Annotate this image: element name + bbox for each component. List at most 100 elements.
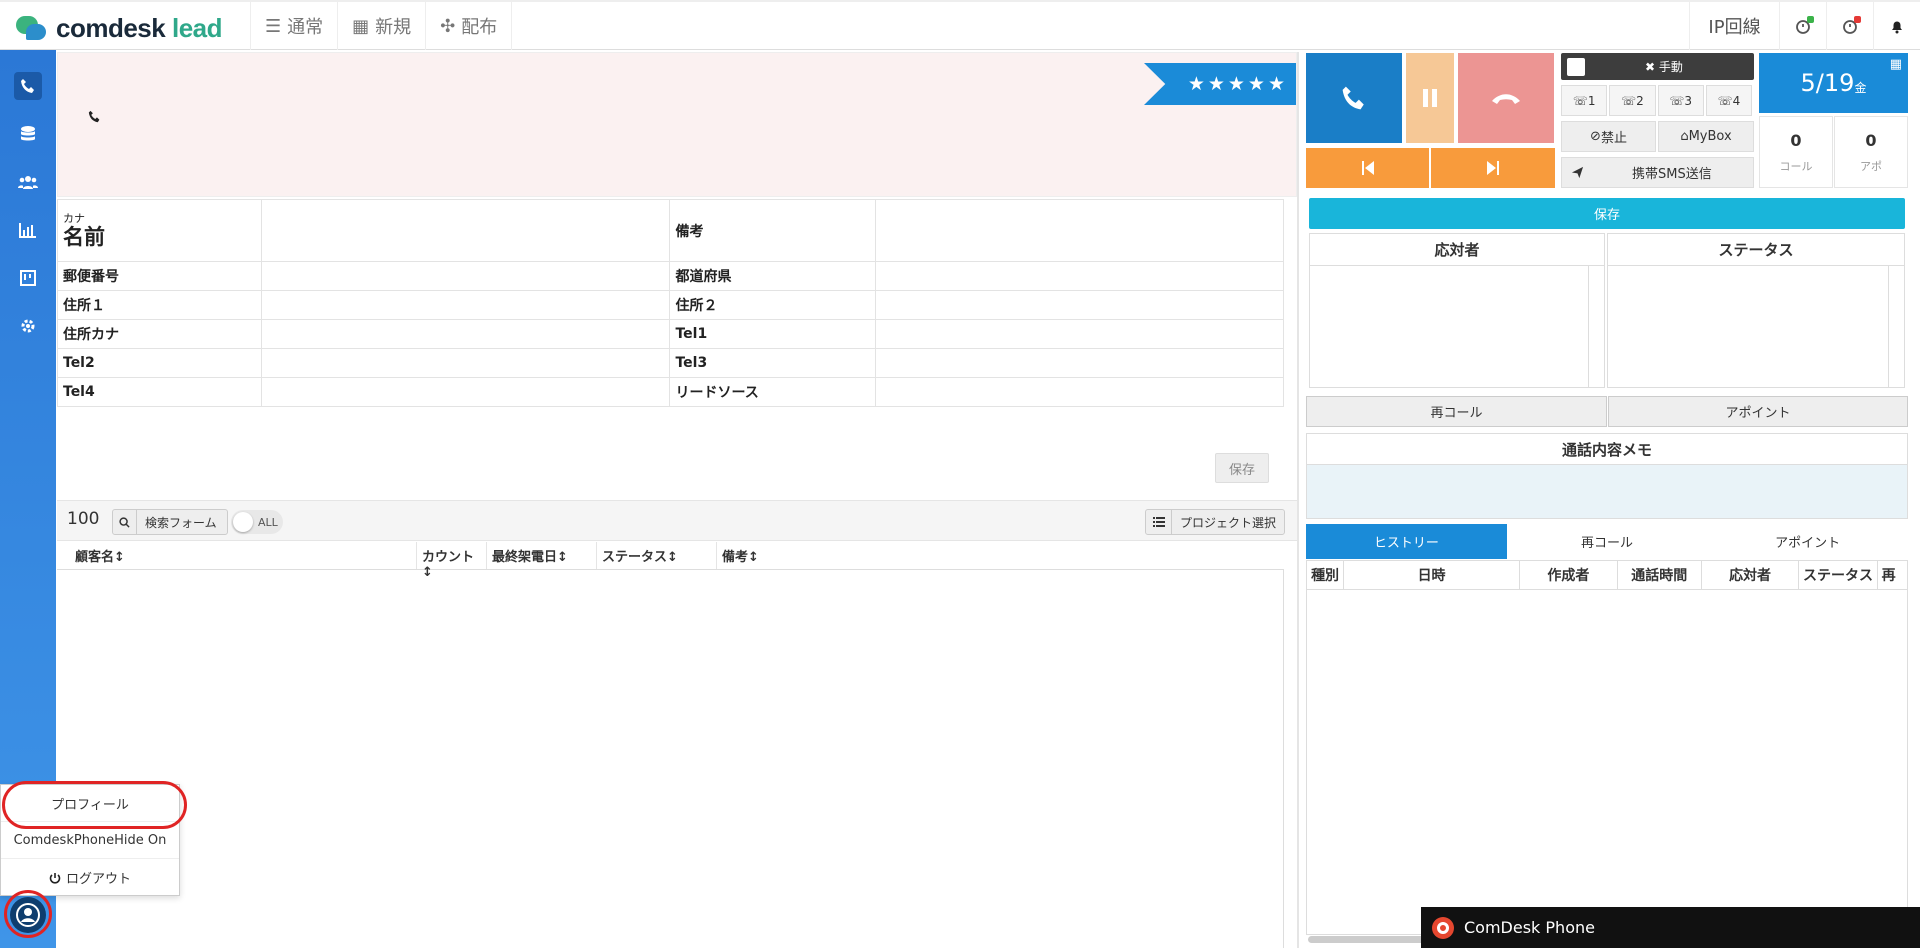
appo-count-value: 0 xyxy=(1865,130,1877,150)
database-icon[interactable] xyxy=(14,120,42,148)
call-memo-textarea[interactable] xyxy=(1306,464,1908,519)
line-3-label: 3 xyxy=(1684,93,1692,108)
address-kana-value[interactable] xyxy=(260,319,671,349)
manual-checkbox[interactable] xyxy=(1567,57,1585,76)
line-2-button[interactable]: ☏ 2 xyxy=(1609,85,1656,116)
status-select[interactable]: ステータス xyxy=(1607,233,1905,388)
customer-save-button[interactable]: 保存 xyxy=(1215,453,1269,483)
timer-button-2[interactable] xyxy=(1826,2,1873,50)
result-save-button[interactable]: 保存 xyxy=(1309,198,1905,229)
rating-stars[interactable]: ★★★★★ xyxy=(1144,63,1296,105)
history-column-type[interactable]: 種別 xyxy=(1307,561,1345,589)
hangup-button[interactable] xyxy=(1458,53,1554,143)
tel2-value[interactable] xyxy=(260,348,671,378)
app-root: comdesk lead ☰ 通常 ▦ 新規 ✣ 配布 IP回線 プロフィール … xyxy=(0,0,1920,948)
kana-label: カナ xyxy=(63,212,85,225)
status-scrollbar[interactable] xyxy=(1888,266,1889,387)
call-count-value: 0 xyxy=(1790,130,1802,150)
next-button[interactable] xyxy=(1431,148,1555,188)
timer-button-1[interactable] xyxy=(1779,2,1826,50)
line-3-button[interactable]: ☏ 3 xyxy=(1657,85,1704,116)
phone-icon: ☏ xyxy=(1572,93,1588,108)
ip-line-button[interactable]: IP回線 xyxy=(1689,2,1779,50)
notes-label: 備考 xyxy=(669,199,877,262)
name-value[interactable] xyxy=(260,199,671,262)
page-size[interactable]: 100 xyxy=(67,509,99,529)
responder-scrollbar[interactable] xyxy=(1588,266,1589,387)
nav-new[interactable]: ▦ 新規 xyxy=(337,2,425,50)
column-status[interactable]: ステータス↕ xyxy=(597,542,717,569)
all-toggle[interactable]: ALL xyxy=(231,510,283,534)
power-icon xyxy=(49,872,61,884)
history-column-responder[interactable]: 応対者 xyxy=(1702,561,1800,589)
notes-textarea[interactable] xyxy=(875,199,1284,262)
tel2-label: Tel2 xyxy=(57,348,262,378)
history-column-duration[interactable]: 通話時間 xyxy=(1618,561,1702,589)
block-button[interactable]: ⊘ 禁止 xyxy=(1561,121,1656,152)
board-icon[interactable] xyxy=(14,264,42,292)
column-count[interactable]: カウント↕ xyxy=(417,542,487,580)
panel-divider xyxy=(1297,52,1299,948)
manual-mode-toggle[interactable]: ✖ 手動 xyxy=(1561,53,1754,80)
responder-select[interactable]: 応対者 xyxy=(1309,233,1605,388)
call-button[interactable] xyxy=(1306,53,1402,143)
tel1-value[interactable] xyxy=(875,319,1284,349)
address1-value[interactable] xyxy=(260,290,671,320)
nav-distribute[interactable]: ✣ 配布 xyxy=(425,2,513,50)
timer-badge-green xyxy=(1807,16,1814,23)
mybox-button[interactable]: ⌂ MyBox xyxy=(1658,121,1754,152)
history-horizontal-scrollbar[interactable] xyxy=(1308,936,1428,943)
notification-button[interactable] xyxy=(1873,2,1920,50)
customer-banner: ★★★★★ xyxy=(57,52,1297,197)
column-notes[interactable]: 備考↕ xyxy=(717,542,837,569)
postal-code-value[interactable] xyxy=(260,261,671,291)
column-customer-name[interactable]: 顧客名↕ xyxy=(57,542,417,569)
all-toggle-label: ALL xyxy=(258,515,278,529)
line-1-button[interactable]: ☏ 1 xyxy=(1561,85,1608,116)
postal-code-label: 郵便番号 xyxy=(57,261,262,291)
appoint-button[interactable]: アポイント xyxy=(1608,396,1908,427)
chart-icon[interactable] xyxy=(14,216,42,244)
comdesk-phone-bar[interactable]: ComDesk Phone xyxy=(1421,907,1920,948)
lead-source-value[interactable] xyxy=(875,377,1284,407)
appo-count-box: 0 アポ xyxy=(1834,116,1908,188)
tel3-value[interactable] xyxy=(875,348,1284,378)
history-table-body xyxy=(1306,590,1908,935)
column-last-call[interactable]: 最終架電日↕ xyxy=(487,542,597,569)
project-select-button[interactable]: プロジェクト選択 xyxy=(1145,509,1285,535)
status-header: ステータス xyxy=(1608,234,1904,266)
history-column-datetime[interactable]: 日時 xyxy=(1344,561,1520,589)
comdesk-phone-icon xyxy=(1432,916,1454,939)
tel4-value[interactable] xyxy=(260,377,671,407)
table-row: Tel4 リードソース xyxy=(57,377,1284,407)
pause-icon xyxy=(1423,89,1437,107)
weekday-value: 金 xyxy=(1854,80,1867,95)
tab-appoint[interactable]: アポイント xyxy=(1707,524,1909,559)
table-row: 住所１ 住所２ xyxy=(57,290,1284,320)
search-form-button[interactable]: 検索フォーム xyxy=(112,509,228,535)
inbox-icon: ⌂ xyxy=(1680,129,1689,144)
tab-recall[interactable]: 再コール xyxy=(1506,524,1708,559)
list-scroll-track xyxy=(1283,570,1284,948)
prefecture-value[interactable] xyxy=(875,261,1284,291)
address1-label: 住所１ xyxy=(57,290,262,320)
history-column-status[interactable]: ステータス xyxy=(1799,561,1878,589)
search-icon xyxy=(113,510,137,534)
phone-icon[interactable] xyxy=(14,72,42,100)
line-1-label: 1 xyxy=(1587,93,1596,108)
pause-button[interactable] xyxy=(1406,53,1454,143)
history-column-recall[interactable]: 再 xyxy=(1878,561,1907,589)
sms-send-button[interactable]: 携帯SMS送信 xyxy=(1561,157,1754,188)
recall-button[interactable]: 再コール xyxy=(1306,396,1607,427)
nav-normal[interactable]: ☰ 通常 xyxy=(250,2,337,50)
users-icon[interactable] xyxy=(14,168,42,196)
previous-button[interactable] xyxy=(1306,148,1429,188)
history-column-author[interactable]: 作成者 xyxy=(1520,561,1618,589)
logo[interactable]: comdesk lead xyxy=(16,10,223,46)
line-4-button[interactable]: ☏ 4 xyxy=(1705,85,1752,116)
lead-source-label: リードソース xyxy=(669,377,877,407)
gear-icon[interactable] xyxy=(14,312,42,340)
calendar-icon[interactable]: ▦ xyxy=(1890,57,1902,72)
address2-value[interactable] xyxy=(875,290,1284,320)
tab-history[interactable]: ヒストリー xyxy=(1306,524,1507,559)
